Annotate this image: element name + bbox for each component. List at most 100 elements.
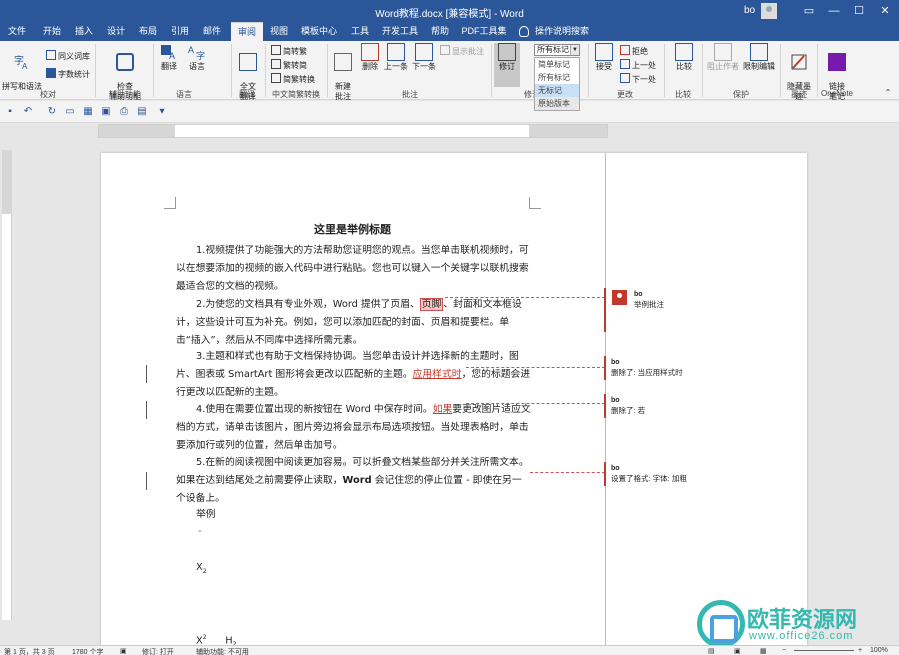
tab-references[interactable]: 引用 <box>166 22 194 41</box>
zoom-slider[interactable] <box>794 650 854 651</box>
inserted-revision[interactable]: 应用样式时 <box>413 369 462 380</box>
print-layout-icon[interactable]: ▣ <box>734 647 741 655</box>
collapse-ribbon-icon[interactable]: ⌃ <box>883 88 893 98</box>
tab-review[interactable]: 审阅 <box>231 22 263 41</box>
spelling-grammar-button[interactable]: 字A 拼写和语法 <box>2 43 42 92</box>
revision-balloon[interactable]: bo 设置了格式: 字体: 加粗 <box>611 464 687 484</box>
web-layout-icon[interactable]: ▦ <box>760 647 767 655</box>
word-count[interactable]: 1780 个字 <box>72 647 104 655</box>
to-traditional-button[interactable]: 简转繁 <box>271 45 307 57</box>
restrict-editing-button[interactable]: 限制编辑 <box>742 43 776 72</box>
crop-mark <box>529 197 541 209</box>
track-changes-status[interactable]: 修订: 打开 <box>142 647 174 655</box>
previous-comment-button[interactable]: 上一条 <box>382 43 410 72</box>
paragraph-3[interactable]: 3.主题和样式也有助于文档保持协调。当您单击设计并选择新的主题时，图片、图表或 … <box>176 348 531 402</box>
next-change-button[interactable]: 下一处 <box>620 73 656 85</box>
tab-template-center[interactable]: 模板中心 <box>296 22 342 41</box>
avatar[interactable] <box>761 3 777 19</box>
customize-toolbar-icon[interactable]: ▾ <box>156 106 168 118</box>
paragraph-4[interactable]: 4.使用在需要位置出现的新按钮在 Word 中保存时间。如果要更改图片适应文档的… <box>176 401 531 455</box>
revision-balloon[interactable]: bo 删除了: 当应用样式时 <box>611 358 683 378</box>
inserted-revision[interactable]: 如果 <box>433 404 453 415</box>
markup-option-none[interactable]: 无标记 <box>535 84 579 97</box>
page-icon[interactable]: ▭ <box>64 106 76 118</box>
page-count[interactable]: 第 1 页，共 3 页 <box>4 647 55 655</box>
ribbon-display-icon[interactable]: ▭ <box>796 1 822 21</box>
ribbon-separator <box>153 44 154 97</box>
group-proofing: 校对 <box>40 90 56 99</box>
minimize-icon[interactable]: — <box>821 1 847 21</box>
track-changes-button[interactable]: 修订 <box>494 43 520 87</box>
convert-icon <box>271 73 281 83</box>
tell-me-search[interactable]: 操作说明搜索 <box>532 22 592 41</box>
accept-icon <box>595 43 613 61</box>
thesaurus-button[interactable]: 同义词库 <box>46 50 90 62</box>
tab-mailings[interactable]: 邮件 <box>198 22 226 41</box>
user-name[interactable]: bo <box>744 5 755 16</box>
markup-option-all[interactable]: 所有标记 <box>535 71 579 84</box>
simplified-icon <box>271 59 281 69</box>
block-authors-button[interactable]: 阻止作者 <box>706 43 740 72</box>
tab-layout[interactable]: 布局 <box>134 22 162 41</box>
tab-design[interactable]: 设计 <box>102 22 130 41</box>
reject-button[interactable]: 拒绝 <box>620 45 648 57</box>
paragraph-1[interactable]: 1.视频提供了功能强大的方法帮助您证明您的观点。当您单击联机视频时，可以在想要添… <box>176 242 531 296</box>
zoom-level[interactable]: 100% <box>870 647 888 654</box>
draw-table-icon[interactable]: ▤ <box>136 106 148 118</box>
tab-file[interactable]: 文件 <box>4 22 30 41</box>
revision-balloon[interactable]: bo 删除了: 若 <box>611 396 645 416</box>
paragraph-5[interactable]: 5.在新的阅读视图中阅读更加容易。可以折叠文档某些部分并关注所需文本。如果在达到… <box>176 454 531 508</box>
compare-button[interactable]: 比较 <box>670 43 698 72</box>
comment-leader-line <box>466 403 605 404</box>
translate-button[interactable]: A 翻译 <box>156 43 182 72</box>
show-comments-button[interactable]: 显示批注 <box>440 45 484 57</box>
revision-text: 删除了: 若 <box>611 406 646 415</box>
revision-text: 设置了格式: 字体: 加粗 <box>611 474 687 483</box>
watermark: 欧菲资源网 www.office26.com <box>697 600 897 648</box>
tab-tools[interactable]: 工具 <box>346 22 374 41</box>
print-preview-icon[interactable]: ⎙ <box>118 106 130 118</box>
previous-change-button[interactable]: 上一处 <box>620 59 656 71</box>
example-line[interactable]: 举例 <box>196 506 316 524</box>
redo-icon[interactable]: ↻ <box>46 106 58 118</box>
undo-icon[interactable]: ↶ <box>22 106 34 118</box>
comment-leader-line <box>445 297 605 298</box>
format-icon[interactable]: ▣ <box>100 106 112 118</box>
maximize-icon[interactable]: ☐ <box>846 1 872 21</box>
horizontal-ruler[interactable] <box>98 124 608 138</box>
zoom-in-icon[interactable]: + <box>858 647 862 654</box>
commented-text[interactable]: 页脚 <box>419 298 444 311</box>
markup-option-simple[interactable]: 简单标记 <box>535 58 579 71</box>
comment-balloon[interactable]: bo 举例批注 <box>634 290 664 310</box>
vertical-ruler[interactable] <box>2 150 12 620</box>
ribbon-separator <box>95 44 96 97</box>
revision-author: bo <box>611 359 620 366</box>
word-count-button[interactable]: 字数统计 <box>46 68 90 80</box>
next-comment-button[interactable]: 下一条 <box>410 43 438 72</box>
group-comments: 批注 <box>402 90 418 99</box>
paragraph-2[interactable]: 2.为使您的文档具有专业外观，Word 提供了页眉、 页脚 、封面和文本框设计，这些… <box>176 296 531 350</box>
save-icon[interactable]: ▪ <box>4 106 16 118</box>
document-heading[interactable]: 这里是举例标题 <box>176 221 529 237</box>
read-mode-icon[interactable]: ▤ <box>708 647 715 655</box>
tab-insert[interactable]: 插入 <box>70 22 98 41</box>
close-icon[interactable]: ✕ <box>872 1 898 21</box>
group-accessibility: 辅助功能 <box>109 90 141 99</box>
sc-tc-convert-button[interactable]: 简繁转换 <box>271 73 315 85</box>
delete-comment-button[interactable]: 删除 <box>358 43 382 72</box>
x-subscript-line[interactable]: X2 <box>196 559 226 581</box>
markup-option-original[interactable]: 原始版本 <box>535 97 579 110</box>
tab-pdf-tools[interactable]: PDF工具集 <box>458 22 510 41</box>
table-icon[interactable]: ▦ <box>82 106 94 118</box>
display-for-review-select[interactable]: 所有标记 ▼ <box>534 44 580 56</box>
proofing-status-icon[interactable]: ▣ <box>120 647 127 655</box>
accept-button[interactable]: 接受 <box>592 43 616 72</box>
to-simplified-button[interactable]: 繁转简 <box>271 59 307 71</box>
tab-home[interactable]: 开始 <box>38 22 66 41</box>
accessibility-status[interactable]: 辅助功能: 不可用 <box>196 647 249 655</box>
language-button[interactable]: A字 语言 <box>184 43 210 72</box>
zoom-out-icon[interactable]: − <box>782 647 786 654</box>
tab-help[interactable]: 帮助 <box>426 22 454 41</box>
tab-developer[interactable]: 开发工具 <box>378 22 422 41</box>
tab-view[interactable]: 视图 <box>265 22 293 41</box>
